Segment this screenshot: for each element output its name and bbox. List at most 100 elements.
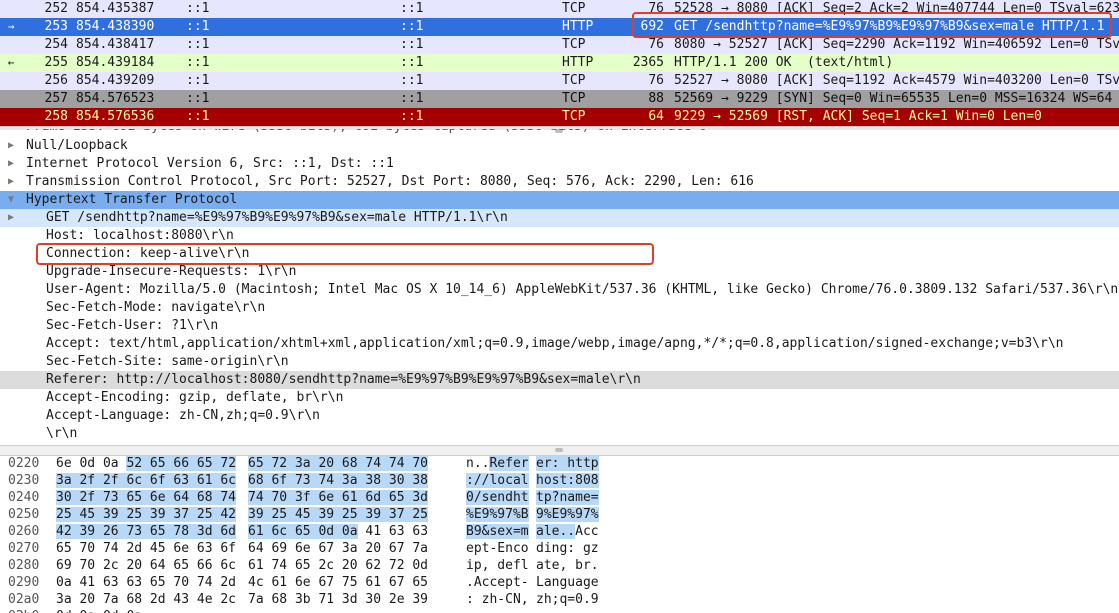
packet-source: ::1 [186,91,210,106]
packet-marker-icon: ← [7,56,15,69]
packet-bytes-pane: 0220 6e 0d 0a 52 65 66 65 72 65 72 3a 20 6… [0,455,1119,613]
detail-text: Null/Loopback [26,138,128,153]
ascii-left[interactable]: %E9%97%B [466,506,529,523]
detail-text: GET /sendhttp?name=%E9%97%B9%E9%97%B9&se… [46,210,508,225]
hex-bytes-left[interactable]: 25 45 39 25 39 37 25 42 [56,506,237,523]
hex-bytes-right[interactable]: 68 6f 73 74 3a 38 30 38 [248,472,429,489]
detail-tree-item[interactable]: ▼ Hypertext Transfer Protocol [0,191,1119,209]
detail-text: Internet Protocol Version 6, Src: ::1, D… [26,156,394,171]
detail-text: Sec-Fetch-User: ?1\r\n [46,318,219,333]
hex-row: 02a0 3a 20 7a 68 2d 43 4e 2c 7a 68 3b 71 3… [0,591,1119,608]
ascii-left[interactable]: ip, defl [466,557,529,574]
hex-row: 0280 69 70 2c 20 64 65 66 6c 61 74 65 2c 2… [0,557,1119,574]
packet-time: 854.435387 [76,1,155,16]
detail-tree-item[interactable]: Accept-Encoding: gzip, deflate, br\r\n [0,389,1119,407]
detail-text: Transmission Control Protocol, Src Port:… [26,174,754,189]
detail-tree-item[interactable]: User-Agent: Mozilla/5.0 (Macintosh; Inte… [0,281,1119,299]
packet-source: ::1 [186,55,210,70]
ascii-left[interactable]: ept-Enco [466,540,529,557]
packet-destination: ::1 [400,91,424,106]
ascii-right[interactable]: ding: gz [536,540,599,557]
hex-bytes-right[interactable]: 61 74 65 2c 20 62 72 0d [248,557,428,574]
ascii-left[interactable]: 0/sendht [466,489,529,506]
hex-bytes-right[interactable]: 4c 61 6e 67 75 61 67 65 [248,574,428,591]
hex-offset: 0270 [8,541,40,556]
detail-tree-item[interactable]: Sec-Fetch-Mode: navigate\r\n [0,299,1119,317]
expand-arrow-closed-icon[interactable]: ▶ [8,155,14,173]
hex-bytes-left[interactable]: 65 70 74 2d 45 6e 63 6f [56,540,236,557]
packet-length: 76 [648,73,664,88]
packet-row[interactable]: ← 255 854.439184::1::1 HTTP 2365 HTTP/1.1 200… [0,54,1119,72]
packet-info: 52569 → 9229 [SYN] Seq=0 Win=65535 Len=0… [674,91,1113,106]
detail-text: Sec-Fetch-Site: same-origin\r\n [46,354,289,369]
detail-tree-item[interactable]: ▶ Null/Loopback [0,137,1119,155]
packet-protocol: TCP [562,109,586,124]
hex-bytes-right[interactable]: 39 25 45 39 25 39 37 25 [248,506,429,523]
hex-bytes-right[interactable]: 64 69 6e 67 3a 20 67 7a [248,540,428,557]
detail-text: Upgrade-Insecure-Requests: 1\r\n [46,264,297,279]
expand-arrow-open-icon[interactable]: ▼ [8,191,14,209]
ascii-left[interactable]: n..Refer [466,455,529,472]
expand-arrow-closed-icon[interactable]: ▶ [8,137,14,155]
hex-row: 0220 6e 0d 0a 52 65 66 65 72 65 72 3a 20 6… [0,455,1119,472]
ascii-right[interactable]: host:808 [536,472,599,489]
hex-bytes-left[interactable]: 3a 2f 2f 6c 6f 63 61 6c [56,472,237,489]
packet-destination: ::1 [400,73,424,88]
ascii-right[interactable]: ale..Acc [536,523,599,540]
packet-time: 854.439184 [76,55,155,70]
ascii-left[interactable]: ://local [466,472,529,489]
ascii-right[interactable]: tp?name= [536,489,599,506]
packet-source: ::1 [186,37,210,52]
packet-row[interactable]: 257 854.576523::1::1 TCP 88 52569 → 9229 [SY… [0,90,1119,108]
hex-bytes-left[interactable]: 6e 0d 0a 52 65 66 65 72 [56,455,237,472]
detail-tree-item[interactable]: ▶ GET /sendhttp?name=%E9%97%B9%E9%97%B9&s… [0,209,1119,227]
ascii-right[interactable]: ate, br. [536,557,599,574]
hex-row: 0260 42 39 26 73 65 78 3d 6d 61 6c 65 0d 0… [0,523,1119,540]
detail-tree-item[interactable]: Sec-Fetch-User: ?1\r\n [0,317,1119,335]
detail-tree-item[interactable]: Accept: text/html,application/xhtml+xml,… [0,335,1119,353]
packet-number: 253 [44,19,68,34]
hex-bytes-left[interactable]: 3a 20 7a 68 2d 43 4e 2c [56,591,236,608]
detail-tree-item[interactable]: ▶ Transmission Control Protocol, Src Port… [0,173,1119,191]
hex-bytes-left[interactable]: 0a 41 63 63 65 70 74 2d [56,574,236,591]
detail-tree-item[interactable]: \r\n [0,425,1119,443]
hex-row: 0290 0a 41 63 63 65 70 74 2d 4c 61 6e 67 7… [0,574,1119,591]
ascii-right[interactable]: Language [536,574,599,591]
ascii-left[interactable]: .... [466,608,497,613]
hex-bytes-right[interactable]: 65 72 3a 20 68 74 74 70 [248,455,429,472]
packet-marker-icon: → [7,20,15,33]
ascii-left[interactable]: B9&sex=m [466,523,529,540]
packet-source: ::1 [186,1,210,16]
packet-info: 8080 → 52527 [ACK] Seq=2290 Ack=1192 Win… [674,37,1119,52]
detail-tree-item[interactable]: Sec-Fetch-Site: same-origin\r\n [0,353,1119,371]
packet-row[interactable]: 254 854.438417::1::1 TCP 76 8080 → 52527 [AC… [0,36,1119,54]
hex-bytes-right[interactable]: 74 70 3f 6e 61 6d 65 3d [248,489,429,506]
hex-row: 0250 25 45 39 25 39 37 25 42 39 25 45 39 2… [0,506,1119,523]
ascii-left[interactable]: .Accept- [466,574,529,591]
detail-tree-item[interactable]: Referer: http://localhost:8080/sendhttp?… [0,371,1119,389]
hex-offset: 0260 [8,524,40,539]
ascii-right[interactable]: 9%E9%97% [536,506,599,523]
detail-tree-item[interactable]: Frame 253: 692 bytes on wire (5536 bits)… [0,129,1119,137]
ascii-right[interactable]: er: http [536,455,599,472]
detail-tree-item[interactable]: Upgrade-Insecure-Requests: 1\r\n [0,263,1119,281]
ascii-right[interactable]: zh;q=0.9 [536,591,599,608]
hex-offset: 0280 [8,558,40,573]
highlight-box-referer [36,243,654,265]
packet-row[interactable]: 256 854.439209::1::1 TCP 76 52527 → 8080 [AC… [0,72,1119,90]
hex-bytes-left[interactable]: 69 70 2c 20 64 65 66 6c [56,557,236,574]
ascii-left[interactable]: : zh-CN, [466,591,529,608]
packet-row[interactable]: 258 854.576536::1::1 TCP 64 9229 → 52569 [RS… [0,108,1119,126]
detail-text: Accept-Language: zh-CN,zh;q=0.9\r\n [46,408,320,423]
detail-tree-item[interactable]: ▶ Internet Protocol Version 6, Src: ::1, … [0,155,1119,173]
packet-destination: ::1 [400,37,424,52]
hex-bytes-left[interactable]: 42 39 26 73 65 78 3d 6d [56,523,237,540]
hex-bytes-left[interactable]: 30 2f 73 65 6e 64 68 74 [56,489,237,506]
hex-bytes-left[interactable]: 0d 0a 0d 0a [56,608,142,613]
detail-tree-item[interactable]: Accept-Language: zh-CN,zh;q=0.9\r\n [0,407,1119,425]
hex-bytes-right[interactable]: 61 6c 65 0d 0a 41 63 63 [248,523,428,540]
packet-number: 255 [44,55,68,70]
hex-bytes-right[interactable]: 7a 68 3b 71 3d 30 2e 39 [248,591,428,608]
expand-arrow-closed-icon[interactable]: ▶ [8,209,14,227]
expand-arrow-closed-icon[interactable]: ▶ [8,173,14,191]
